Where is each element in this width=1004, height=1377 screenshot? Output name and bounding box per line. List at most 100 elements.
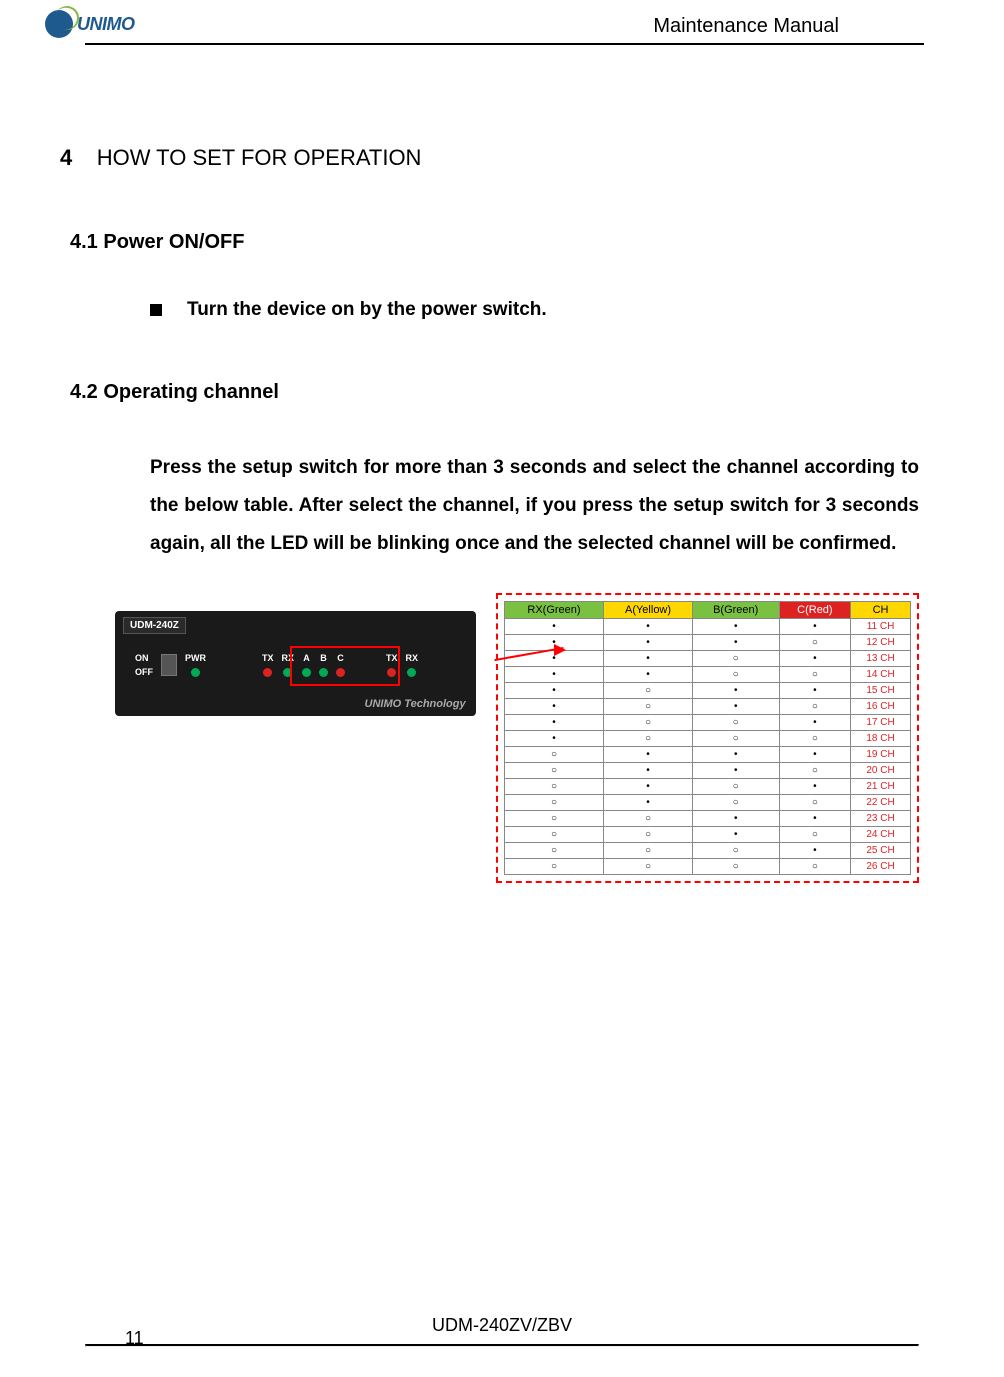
cell-a: ○	[604, 859, 692, 875]
page-number: 11	[125, 1328, 144, 1349]
bullet-square-icon	[150, 304, 162, 316]
cell-b: •	[692, 683, 779, 699]
cell-c: •	[779, 683, 850, 699]
bullet-text: Turn the device on by the power switch.	[187, 299, 547, 321]
table-row: ○•○○22 CH	[504, 795, 910, 811]
cell-b: ○	[692, 667, 779, 683]
cell-a: ○	[604, 811, 692, 827]
table-row: ○○••23 CH	[504, 811, 910, 827]
cell-ch: 15 CH	[851, 683, 911, 699]
section-number: 4	[60, 145, 72, 171]
cell-b: ○	[692, 795, 779, 811]
cell-c: •	[779, 715, 850, 731]
table-row: ○•••19 CH	[504, 747, 910, 763]
cell-c: ○	[779, 763, 850, 779]
cell-a: ○	[604, 683, 692, 699]
instruction-paragraph: Press the setup switch for more than 3 s…	[150, 449, 919, 563]
highlight-box	[290, 646, 400, 686]
cell-c: ○	[779, 859, 850, 875]
cell-rx: ○	[504, 795, 604, 811]
cell-ch: 11 CH	[851, 619, 911, 635]
device-model-label: UDM-240Z	[123, 617, 186, 634]
off-label: OFF	[135, 667, 153, 677]
cell-a: •	[604, 667, 692, 683]
cell-ch: 20 CH	[851, 763, 911, 779]
tx-led-icon	[263, 668, 272, 677]
cell-c: •	[779, 651, 850, 667]
cell-a: ○	[604, 827, 692, 843]
cell-ch: 12 CH	[851, 635, 911, 651]
cell-rx: ○	[504, 859, 604, 875]
table-row: ••○○14 CH	[504, 667, 910, 683]
page-header: UNIMO Maintenance Manual	[85, 0, 924, 45]
figure-row: UDM-240Z ON OFF PWR TX RX A B C TX	[115, 593, 919, 883]
doc-title: Maintenance Manual	[653, 15, 839, 38]
device-brand: UNIMO Technology	[365, 698, 466, 710]
switch-labels: ON OFF	[135, 653, 153, 677]
cell-a: ○	[604, 699, 692, 715]
table-row: ○○•○24 CH	[504, 827, 910, 843]
footer-line	[85, 1344, 919, 1347]
cell-c: ○	[779, 667, 850, 683]
cell-rx: •	[504, 715, 604, 731]
subsection-4-1: 4.1 Power ON/OFF Turn the device on by t…	[70, 231, 919, 321]
cell-rx: •	[504, 667, 604, 683]
cell-c: ○	[779, 699, 850, 715]
cell-ch: 21 CH	[851, 779, 911, 795]
pwr-label: PWR	[185, 653, 206, 663]
table-row: •○○○18 CH	[504, 731, 910, 747]
cell-ch: 19 CH	[851, 747, 911, 763]
table-row: ○••○20 CH	[504, 763, 910, 779]
bullet-list: Turn the device on by the power switch.	[150, 299, 919, 321]
cell-a: ○	[604, 843, 692, 859]
cell-b: •	[692, 699, 779, 715]
table-row: •○••15 CH	[504, 683, 910, 699]
cell-rx: •	[504, 731, 604, 747]
cell-a: •	[604, 619, 692, 635]
cell-ch: 18 CH	[851, 731, 911, 747]
cell-ch: 13 CH	[851, 651, 911, 667]
cell-b: ○	[692, 731, 779, 747]
cell-rx: •	[504, 683, 604, 699]
logo-text: UNIMO	[77, 14, 135, 35]
subsection-4-2: 4.2 Operating channel Press the setup sw…	[70, 381, 919, 563]
cell-rx: ○	[504, 747, 604, 763]
table-row: ••••11 CH	[504, 619, 910, 635]
th-b: B(Green)	[692, 602, 779, 619]
cell-b: •	[692, 747, 779, 763]
cell-b: ○	[692, 651, 779, 667]
subsection-4-2-title: 4.2 Operating channel	[70, 381, 919, 404]
cell-b: •	[692, 635, 779, 651]
channel-table: RX(Green) A(Yellow) B(Green) C(Red) CH •…	[504, 601, 911, 875]
cell-a: ○	[604, 715, 692, 731]
cell-c: ○	[779, 795, 850, 811]
table-row: ○•○•21 CH	[504, 779, 910, 795]
device-photo: UDM-240Z ON OFF PWR TX RX A B C TX	[115, 611, 476, 716]
cell-ch: 22 CH	[851, 795, 911, 811]
on-label: ON	[135, 653, 153, 663]
cell-b: •	[692, 763, 779, 779]
table-header-row: RX(Green) A(Yellow) B(Green) C(Red) CH	[504, 602, 910, 619]
section-title: HOW TO SET FOR OPERATION	[97, 145, 422, 170]
th-c: C(Red)	[779, 602, 850, 619]
channel-table-container: RX(Green) A(Yellow) B(Green) C(Red) CH •…	[496, 593, 919, 883]
subsection-4-1-title: 4.1 Power ON/OFF	[70, 231, 919, 254]
th-a: A(Yellow)	[604, 602, 692, 619]
logo-icon	[45, 10, 73, 38]
cell-a: •	[604, 795, 692, 811]
rx2-label: RX	[406, 653, 419, 663]
cell-ch: 23 CH	[851, 811, 911, 827]
cell-a: •	[604, 651, 692, 667]
cell-rx: •	[504, 699, 604, 715]
tx-label: TX	[262, 653, 274, 663]
cell-ch: 14 CH	[851, 667, 911, 683]
cell-c: •	[779, 811, 850, 827]
rx2-led-group: RX	[406, 653, 419, 677]
cell-c: •	[779, 843, 850, 859]
cell-rx: ○	[504, 843, 604, 859]
cell-b: •	[692, 827, 779, 843]
pwr-led-group: PWR	[185, 653, 206, 677]
table-row: •○○•17 CH	[504, 715, 910, 731]
cell-b: ○	[692, 843, 779, 859]
cell-a: •	[604, 779, 692, 795]
